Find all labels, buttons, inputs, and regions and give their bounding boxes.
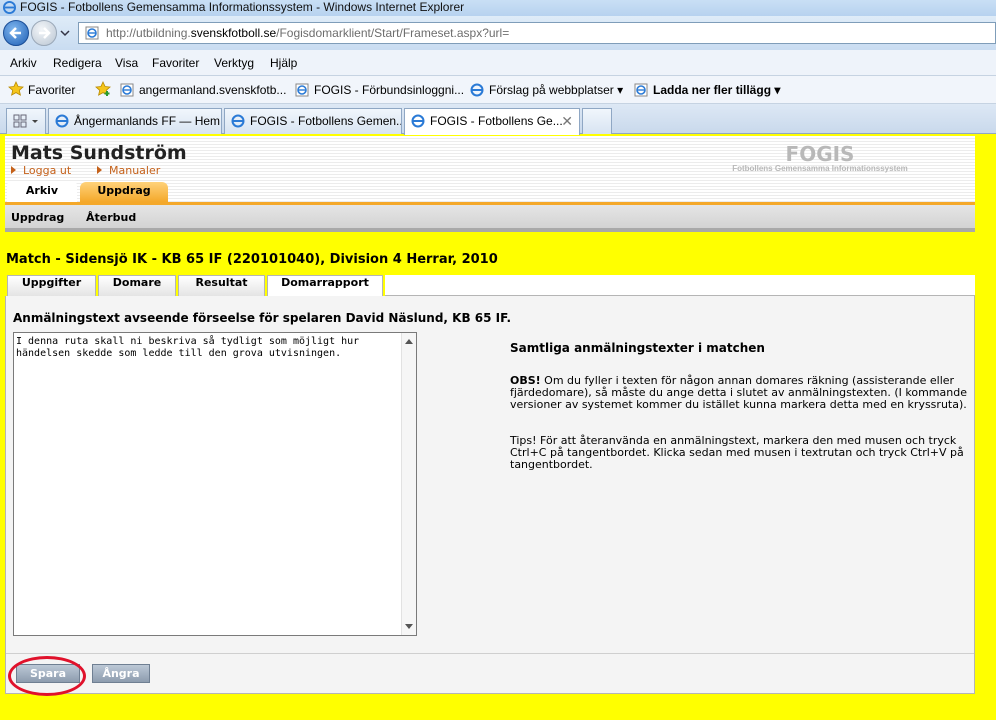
ie-logo-icon xyxy=(411,114,425,128)
content-tabs: Uppgifter Domare Resultat Domarrapport xyxy=(5,275,975,297)
report-panel: Anmälningstext avseende förseelse för sp… xyxy=(5,296,975,694)
logo-subtitle: Fotbollens Gemensamma Informationssystem xyxy=(732,164,908,173)
manuals-link[interactable]: Manualer xyxy=(97,164,160,177)
highlight-circle xyxy=(8,656,86,696)
sub-navigation: Uppdrag Återbud xyxy=(5,202,975,232)
obs-text: Om du fyller i texten för någon annan do… xyxy=(510,374,967,411)
dropdown-arrow-icon: ▾ xyxy=(617,83,624,97)
favorite-label: angermanland.svenskfotb... xyxy=(139,83,287,97)
report-text: I denna ruta skall ni beskriva så tydlig… xyxy=(16,336,366,359)
page-ie-icon xyxy=(634,83,648,97)
url-prefix: http://utbildning. xyxy=(106,26,191,40)
menu-arkiv[interactable]: Arkiv xyxy=(10,56,37,70)
get-addons-button[interactable]: Ladda ner fler tillägg ▾ xyxy=(634,81,780,99)
favorite-label: Förslag på webbplatser xyxy=(489,83,614,97)
manuals-label: Manualer xyxy=(109,164,161,177)
url-text: http://utbildning.svenskfotboll.se/Fogis… xyxy=(106,26,509,40)
page-ie-icon xyxy=(120,83,134,97)
divider xyxy=(6,653,974,654)
ie-logo-icon xyxy=(470,83,484,97)
forward-arrow-icon xyxy=(39,27,51,39)
back-button[interactable] xyxy=(3,20,29,46)
page-ie-icon xyxy=(295,83,309,97)
address-row: http://utbildning.svenskfotboll.se/Fogis… xyxy=(0,16,996,50)
menu-redigera[interactable]: Redigera xyxy=(53,56,102,70)
tab-uppgifter[interactable]: Uppgifter xyxy=(7,275,96,296)
favorites-label: Favoriter xyxy=(28,83,76,97)
favorite-link-fogis-login[interactable]: FOGIS - Förbundsinloggni... xyxy=(295,81,464,99)
bullet-arrow-icon xyxy=(97,166,102,174)
tab-strip-filler xyxy=(385,275,975,296)
tab-arkiv[interactable]: Arkiv xyxy=(7,182,77,202)
ie-logo-icon xyxy=(55,114,69,128)
tab-uppdrag[interactable]: Uppdrag xyxy=(80,182,168,202)
tips-note: Tips! För att återanvända en anmälningst… xyxy=(510,434,964,471)
subnav-uppdrag[interactable]: Uppdrag xyxy=(11,211,64,224)
forward-button[interactable] xyxy=(31,20,57,46)
scroll-up-icon[interactable] xyxy=(405,339,413,344)
menu-bar: Arkiv Redigera Visa Favoriter Verktyg Hj… xyxy=(0,50,996,76)
address-bar[interactable]: http://utbildning.svenskfotboll.se/Fogis… xyxy=(78,22,996,44)
add-favorite-button[interactable] xyxy=(95,81,115,99)
ie-logo-icon xyxy=(3,1,16,14)
suggested-sites-button[interactable]: Förslag på webbplatser ▾ xyxy=(470,81,623,99)
page-header: Mats Sundström Logga ut Manualer FOGIS F… xyxy=(5,136,975,202)
url-domain: svenskfotboll.se xyxy=(190,26,277,40)
favorites-star-icon xyxy=(8,81,24,96)
tab-angermanland[interactable]: Ångermanlands FF — Hem xyxy=(48,108,222,134)
logout-link[interactable]: Logga ut xyxy=(11,164,71,177)
menu-verktyg[interactable]: Verktyg xyxy=(214,56,254,70)
window-titlebar: FOGIS - Fotbollens Gemensamma Informatio… xyxy=(0,0,996,16)
scroll-down-icon[interactable] xyxy=(405,624,413,629)
favorites-button[interactable]: Favoriter xyxy=(8,81,75,99)
obs-note: OBS! Om du fyller i texten för någon ann… xyxy=(510,375,968,411)
favorites-bar: Favoriter angermanland.svenskfotb... FOG… xyxy=(0,76,996,104)
favorite-link-angermanland[interactable]: angermanland.svenskfotb... xyxy=(120,81,286,99)
menu-favoriter[interactable]: Favoriter xyxy=(152,56,199,70)
back-arrow-icon xyxy=(9,27,21,39)
browser-tab-bar: Ångermanlands FF — Hem FOGIS - Fotbollen… xyxy=(0,104,996,135)
logo-title: FOGIS xyxy=(785,142,855,166)
undo-button[interactable]: Ångra xyxy=(92,664,150,683)
logout-label: Logga ut xyxy=(23,164,72,177)
quick-tabs-button[interactable] xyxy=(6,108,46,134)
match-title: Match - Sidensjö IK - KB 65 IF (22010104… xyxy=(6,252,498,267)
fogis-logo: FOGIS Fotbollens Gemensamma Informations… xyxy=(725,142,915,173)
url-suffix: /Fogisdomarklient/Start/Frameset.aspx?ur… xyxy=(276,26,510,40)
history-dropdown-icon[interactable] xyxy=(60,28,70,38)
favorite-label: Ladda ner fler tillägg xyxy=(653,83,772,97)
page-ie-icon xyxy=(85,26,99,40)
tab-fogis-active[interactable]: FOGIS - Fotbollens Ge... ✕ xyxy=(404,108,580,135)
report-textarea[interactable]: I denna ruta skall ni beskriva så tydlig… xyxy=(13,332,417,636)
menu-hjalp[interactable]: Hjälp xyxy=(270,56,297,70)
tab-domare[interactable]: Domare xyxy=(98,275,176,296)
user-name: Mats Sundström xyxy=(11,142,187,164)
textarea-scrollbar[interactable] xyxy=(401,333,416,635)
tab-label: FOGIS - Fotbollens Ge... xyxy=(430,114,563,128)
bullet-arrow-icon xyxy=(11,166,16,174)
menu-visa[interactable]: Visa xyxy=(115,56,138,70)
report-heading: Anmälningstext avseende förseelse för sp… xyxy=(13,311,512,325)
tab-fogis-1[interactable]: FOGIS - Fotbollens Gemen... xyxy=(224,108,402,134)
tab-label: Ångermanlands FF — Hem xyxy=(74,114,221,128)
close-tab-icon[interactable]: ✕ xyxy=(561,109,573,133)
quick-tabs-icon xyxy=(13,114,38,128)
favorite-label: FOGIS - Förbundsinloggni... xyxy=(314,83,465,97)
tab-resultat[interactable]: Resultat xyxy=(178,275,265,296)
subnav-aterbud[interactable]: Återbud xyxy=(86,211,136,224)
dropdown-arrow-icon: ▾ xyxy=(774,83,781,97)
ie-logo-icon xyxy=(231,114,245,128)
all-texts-title: Samtliga anmälningstexter i matchen xyxy=(510,341,765,355)
tab-label: FOGIS - Fotbollens Gemen... xyxy=(250,114,402,128)
window-title: FOGIS - Fotbollens Gemensamma Informatio… xyxy=(20,0,465,14)
new-tab-button[interactable] xyxy=(582,108,612,134)
tab-domarrapport[interactable]: Domarrapport xyxy=(267,275,383,297)
add-favorite-icon xyxy=(95,81,111,96)
